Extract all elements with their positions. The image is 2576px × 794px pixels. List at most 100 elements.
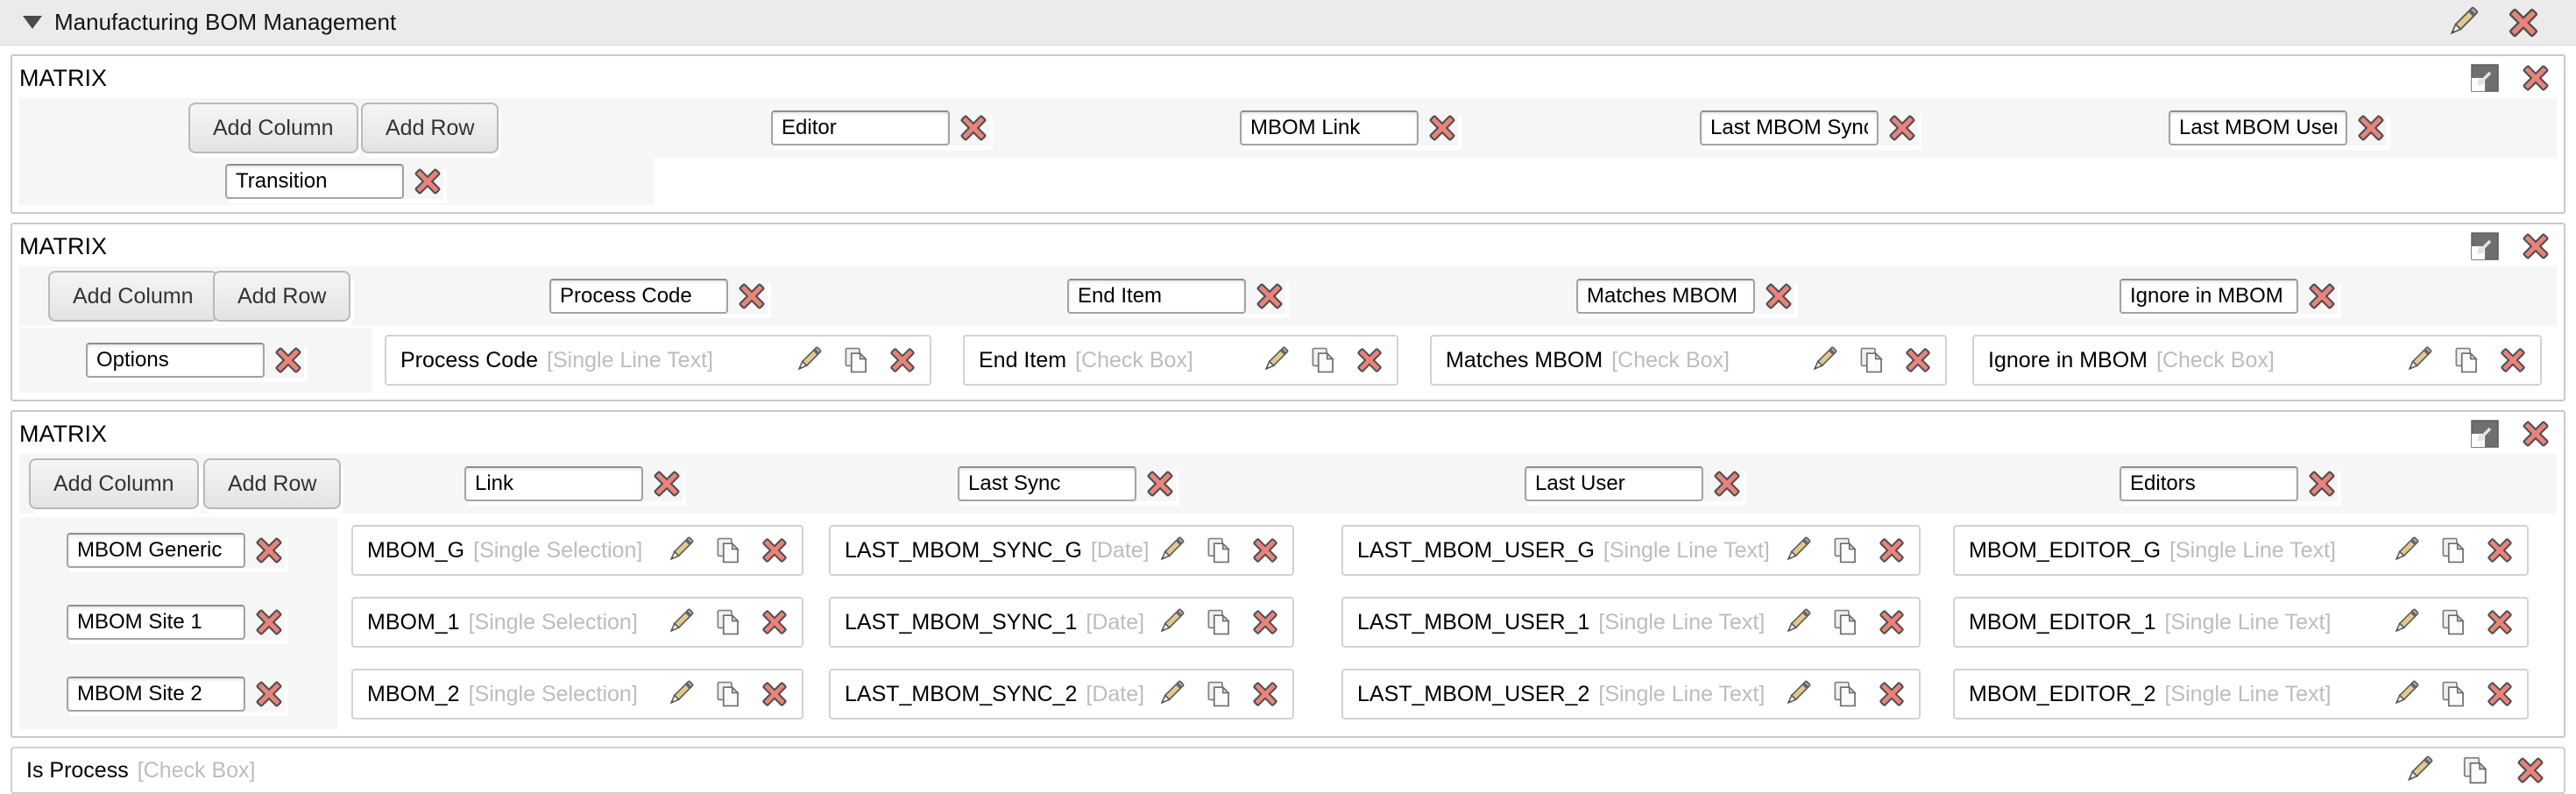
column-name-input[interactable]	[1525, 466, 1703, 501]
delete-field-button[interactable]	[1877, 679, 1907, 709]
delete-column-button[interactable]	[1711, 468, 1743, 500]
delete-row-button[interactable]	[253, 535, 285, 566]
delete-field-button[interactable]	[2485, 679, 2515, 709]
delete-matrix-button[interactable]	[2520, 62, 2551, 94]
edit-field-button[interactable]	[1156, 607, 1185, 637]
copy-field-button[interactable]	[2459, 755, 2490, 786]
edit-field-button[interactable]	[1782, 607, 1812, 637]
column-name-input[interactable]	[2169, 110, 2347, 145]
delete-field-button[interactable]	[1877, 535, 1907, 565]
delete-field-button[interactable]	[1250, 679, 1280, 709]
column-name-input[interactable]	[1576, 279, 1755, 314]
column-name-input[interactable]	[1240, 110, 1419, 145]
minimize-matrix-button[interactable]	[2469, 418, 2501, 450]
row-name-input[interactable]	[67, 533, 245, 568]
delete-matrix-button[interactable]	[2520, 230, 2551, 262]
copy-field-button[interactable]	[2451, 345, 2480, 375]
minimize-matrix-button[interactable]	[2469, 62, 2501, 94]
copy-field-button[interactable]	[712, 535, 742, 565]
add-row-button[interactable]: Add Row	[203, 458, 341, 509]
delete-field-button[interactable]	[2498, 345, 2528, 375]
delete-field-button[interactable]	[2485, 535, 2515, 565]
copy-field-button[interactable]	[2438, 535, 2467, 565]
column-name-input[interactable]	[2120, 466, 2298, 501]
delete-field-button[interactable]	[2485, 607, 2515, 637]
add-column-button[interactable]: Add Column	[29, 458, 199, 509]
delete-form-button[interactable]	[2506, 5, 2541, 40]
copy-field-button[interactable]	[1856, 345, 1886, 375]
delete-column-button[interactable]	[1426, 112, 1458, 144]
add-column-button[interactable]: Add Column	[188, 103, 358, 153]
add-row-button[interactable]: Add Row	[361, 103, 499, 153]
delete-field-button[interactable]	[1250, 607, 1280, 637]
column-name-input[interactable]	[549, 279, 728, 314]
edit-field-button[interactable]	[2403, 345, 2433, 375]
copy-field-button[interactable]	[840, 345, 870, 375]
edit-form-button[interactable]	[2445, 5, 2480, 40]
edit-field-button[interactable]	[1156, 535, 1185, 565]
delete-field-button[interactable]	[1877, 607, 1907, 637]
row-name-input[interactable]	[225, 164, 404, 199]
delete-field-button[interactable]	[1250, 535, 1280, 565]
column-name-input[interactable]	[771, 110, 950, 145]
edit-field-button[interactable]	[1260, 345, 1290, 375]
column-name-input[interactable]	[1067, 279, 1246, 314]
copy-field-button[interactable]	[1203, 535, 1233, 565]
delete-field-button[interactable]	[1355, 345, 1384, 375]
delete-row-button[interactable]	[253, 678, 285, 710]
delete-row-button[interactable]	[253, 606, 285, 638]
collapse-triangle-icon[interactable]	[23, 16, 42, 29]
copy-field-button[interactable]	[712, 679, 742, 709]
delete-column-button[interactable]	[1886, 112, 1918, 144]
copy-field-button[interactable]	[1203, 607, 1233, 637]
delete-field-button[interactable]	[2515, 755, 2546, 786]
copy-field-button[interactable]	[1829, 607, 1859, 637]
delete-field-button[interactable]	[760, 535, 789, 565]
delete-column-button[interactable]	[2306, 468, 2338, 500]
delete-matrix-button[interactable]	[2520, 418, 2551, 450]
delete-column-button[interactable]	[736, 280, 768, 312]
copy-field-button[interactable]	[712, 607, 742, 637]
column-name-input[interactable]	[1700, 110, 1879, 145]
delete-column-button[interactable]	[1254, 280, 1285, 312]
edit-field-button[interactable]	[2390, 679, 2420, 709]
delete-column-button[interactable]	[2306, 280, 2338, 312]
delete-row-button[interactable]	[412, 166, 443, 197]
edit-field-button[interactable]	[1782, 679, 1812, 709]
copy-field-button[interactable]	[2438, 607, 2467, 637]
edit-field-button[interactable]	[665, 607, 695, 637]
copy-field-button[interactable]	[2438, 679, 2467, 709]
edit-field-button[interactable]	[665, 679, 695, 709]
edit-field-button[interactable]	[2403, 755, 2434, 786]
delete-field-button[interactable]	[760, 607, 789, 637]
edit-field-button[interactable]	[1156, 679, 1185, 709]
copy-field-button[interactable]	[1307, 345, 1337, 375]
edit-field-button[interactable]	[1808, 345, 1838, 375]
delete-column-button[interactable]	[1763, 280, 1794, 312]
edit-field-button[interactable]	[2390, 607, 2420, 637]
copy-field-button[interactable]	[1829, 679, 1859, 709]
delete-field-button[interactable]	[888, 345, 917, 375]
delete-field-button[interactable]	[760, 679, 789, 709]
edit-field-button[interactable]	[1782, 535, 1812, 565]
delete-row-button[interactable]	[272, 344, 304, 376]
row-name-input[interactable]	[67, 605, 245, 640]
delete-column-button[interactable]	[1144, 468, 1176, 500]
column-name-input[interactable]	[2120, 279, 2298, 314]
minimize-matrix-button[interactable]	[2469, 230, 2501, 262]
copy-field-button[interactable]	[1829, 535, 1859, 565]
delete-column-button[interactable]	[958, 112, 989, 144]
row-name-input[interactable]	[67, 677, 245, 712]
edit-field-button[interactable]	[665, 535, 695, 565]
column-name-input[interactable]	[958, 466, 1136, 501]
copy-field-button[interactable]	[1203, 679, 1233, 709]
edit-field-button[interactable]	[2390, 535, 2420, 565]
add-row-button[interactable]: Add Row	[213, 271, 350, 322]
row-name-input[interactable]	[86, 343, 265, 378]
add-column-button[interactable]: Add Column	[48, 271, 218, 322]
edit-field-button[interactable]	[793, 345, 823, 375]
delete-field-button[interactable]	[1903, 345, 1933, 375]
delete-column-button[interactable]	[651, 468, 683, 500]
column-name-input[interactable]	[464, 466, 643, 501]
delete-column-button[interactable]	[2355, 112, 2387, 144]
